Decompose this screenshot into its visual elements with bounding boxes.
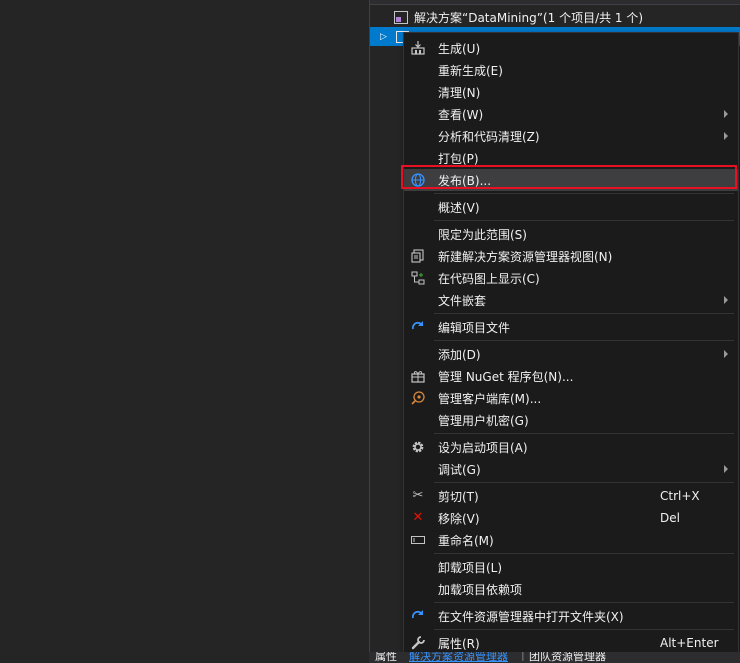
menu-separator [434,433,734,434]
solution-label: 解决方案“DataMining”(1 个项目/共 1 个) [414,11,644,25]
menu-item-label: 移除(V) [438,511,480,526]
expand-arrow-icon[interactable]: ▷ [380,32,392,42]
menu-item-label: 生成(U) [438,41,481,56]
menu-item-load-dependencies[interactable]: 加载项目依赖项 [404,578,738,600]
menu-item-new-explorer-view[interactable]: 新建解决方案资源管理器视图(N) [404,245,738,267]
remove-icon: ✕ [412,510,424,525]
menu-item-manage-nuget[interactable]: 管理 NuGet 程序包(N)... [404,365,738,387]
menu-item-view[interactable]: 查看(W) [404,103,738,125]
menu-item-rebuild[interactable]: 重新生成(E) [404,59,738,81]
menu-item-shortcut: Alt+Enter [660,636,719,650]
menu-item-label: 编辑项目文件 [438,320,511,335]
menu-item-build[interactable]: 生成(U) [404,37,738,59]
code-map-icon [410,270,426,286]
bottom-tool-tabs: 属性 解决方案资源管理器 | 团队资源管理器 [369,652,740,663]
menu-item-analyze[interactable]: 分析和代码清理(Z) [404,125,738,147]
menu-separator [434,340,734,341]
tab-properties[interactable]: 属性 [375,652,397,663]
menu-item-label: 在文件资源管理器中打开文件夹(X) [438,609,624,624]
menu-item-label: 新建解决方案资源管理器视图(N) [438,249,613,264]
menu-item-unload-project[interactable]: 卸载项目(L) [404,556,738,578]
menu-item-label: 概述(V) [438,200,480,215]
menu-item-label: 管理客户端库(M)... [438,391,542,406]
tab-solution-explorer[interactable]: 解决方案资源管理器 [409,652,508,663]
solution-icon [394,11,408,24]
nuget-icon [410,368,426,384]
menu-item-manage-client-libraries[interactable]: 管理客户端库(M)... [404,387,738,409]
menu-item-label: 卸载项目(L) [438,560,503,575]
open-folder-icon [410,608,426,624]
menu-item-rename[interactable]: 重命名(M) [404,529,738,551]
submenu-arrow-icon [724,350,728,358]
submenu-arrow-icon [724,465,728,473]
menu-item-publish[interactable]: 发布(B)... [404,169,738,191]
menu-item-label: 管理用户机密(G) [438,413,529,428]
menu-item-label: 查看(W) [438,107,484,122]
menu-item-label: 重新生成(E) [438,63,503,78]
menu-item-label: 在代码图上显示(C) [438,271,540,286]
menu-item-label: 文件嵌套 [438,293,487,308]
menu-item-overview[interactable]: 概述(V) [404,196,738,218]
submenu-arrow-icon [724,132,728,140]
menu-separator [434,602,734,603]
menu-separator [434,482,734,483]
menu-item-label: 清理(N) [438,85,481,100]
solution-node[interactable]: 解决方案“DataMining”(1 个项目/共 1 个) [370,8,740,27]
menu-item-shortcut: Ctrl+X [660,489,700,503]
tab-team-explorer[interactable]: 团队资源管理器 [529,652,606,663]
menu-item-manage-user-secrets[interactable]: 管理用户机密(G) [404,409,738,431]
menu-item-label: 发布(B)... [438,173,492,188]
scissors-icon: ✂ [412,488,424,503]
explorer-toolbar-edge [370,0,740,5]
new-view-icon [410,248,426,264]
menu-item-shortcut: Del [660,511,680,525]
menu-item-label: 管理 NuGet 程序包(N)... [438,369,574,384]
edit-project-icon [410,319,426,335]
menu-item-set-startup-project[interactable]: 设为启动项目(A) [404,436,738,458]
menu-item-remove[interactable]: ✕ 移除(V) Del [404,507,738,529]
menu-separator [434,313,734,314]
submenu-arrow-icon [724,110,728,118]
gear-icon [410,439,426,455]
rename-icon [410,532,426,548]
menu-item-label: 加载项目依赖项 [438,582,523,597]
menu-item-debug[interactable]: 调试(G) [404,458,738,480]
menu-item-file-nesting[interactable]: 文件嵌套 [404,289,738,311]
editor-pane [0,0,369,663]
menu-separator [434,220,734,221]
menu-item-label: 设为启动项目(A) [438,440,528,455]
menu-item-label: 添加(D) [438,347,481,362]
menu-item-show-on-code-map[interactable]: 在代码图上显示(C) [404,267,738,289]
menu-separator [434,553,734,554]
menu-item-scope-to-this[interactable]: 限定为此范围(S) [404,223,738,245]
tab-divider: | [521,652,525,661]
context-menu: 生成(U) 重新生成(E) 清理(N) 查看(W) 分析和代码清理(Z) 打包(… [403,32,739,658]
menu-item-properties[interactable]: 属性(R) Alt+Enter [404,632,738,654]
menu-item-open-in-explorer[interactable]: 在文件资源管理器中打开文件夹(X) [404,605,738,627]
wrench-icon [410,635,426,651]
menu-item-pack[interactable]: 打包(P) [404,147,738,169]
menu-separator [434,193,734,194]
menu-item-label: 重命名(M) [438,533,494,548]
menu-item-edit-project-file[interactable]: 编辑项目文件 [404,316,738,338]
menu-item-label: 剪切(T) [438,489,479,504]
menu-item-label: 分析和代码清理(Z) [438,129,540,144]
submenu-arrow-icon [724,296,728,304]
menu-separator [434,629,734,630]
menu-item-clean[interactable]: 清理(N) [404,81,738,103]
client-library-icon [410,390,426,406]
menu-item-label: 打包(P) [438,151,479,166]
menu-item-label: 调试(G) [438,462,481,477]
build-icon [410,40,426,56]
menu-item-label: 属性(R) [438,636,480,651]
globe-icon [410,172,426,188]
menu-item-add[interactable]: 添加(D) [404,343,738,365]
menu-item-cut[interactable]: ✂ 剪切(T) Ctrl+X [404,485,738,507]
menu-item-label: 限定为此范围(S) [438,227,527,242]
